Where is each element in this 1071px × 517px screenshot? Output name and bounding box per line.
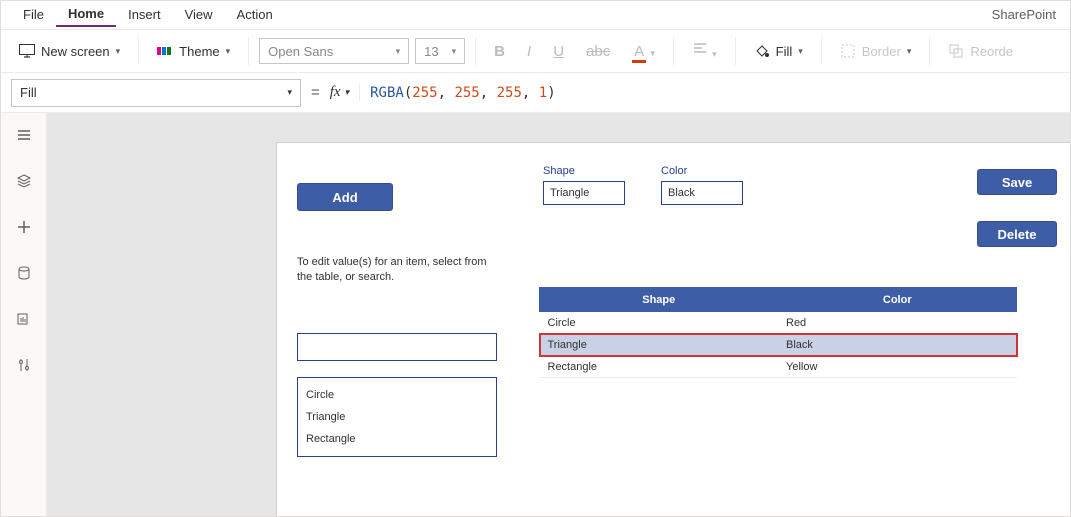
chevron-down-icon: ▾ — [226, 46, 231, 57]
property-value: Fill — [20, 85, 37, 100]
equals-label: = — [311, 84, 320, 101]
list-box[interactable]: Circle Triangle Rectangle — [297, 377, 497, 457]
font-value: Open Sans — [268, 44, 333, 59]
chevron-down-icon: ▾ — [287, 87, 292, 98]
left-rail — [1, 113, 47, 516]
strike-button[interactable]: abc — [578, 39, 618, 64]
list-item[interactable]: Circle — [306, 384, 488, 406]
italic-button[interactable]: I — [519, 39, 539, 64]
hint-text: To edit value(s) for an item, select fro… — [297, 255, 487, 286]
list-item[interactable]: Triangle — [306, 406, 488, 428]
chevron-down-icon: ▾ — [396, 46, 401, 57]
table-header-row: Shape Color — [540, 288, 1017, 312]
shape-label: Shape — [543, 165, 625, 177]
fontsize-combo[interactable]: 13 ▾ — [415, 38, 465, 64]
fontcolor-button[interactable]: A ▾ — [624, 39, 663, 64]
table-row[interactable]: Triangle Black — [540, 334, 1017, 356]
color-label: Color — [661, 165, 743, 177]
border-button[interactable]: Border ▾ — [832, 39, 920, 63]
brand-label: SharePoint — [992, 7, 1060, 22]
canvas-area[interactable]: Add Shape Triangle Color Black Save Dele… — [47, 113, 1070, 516]
fill-label: Fill — [776, 44, 793, 59]
formula-input[interactable]: RGBA(255, 255, 255, 1) — [370, 85, 1060, 101]
ribbon: New screen ▾ Theme ▾ Open Sans ▾ 13 ▾ B … — [1, 29, 1070, 73]
align-button[interactable]: ▾ — [684, 37, 725, 65]
settings-icon[interactable] — [14, 355, 34, 375]
fx-button[interactable]: fx▾ — [330, 84, 360, 101]
fill-button[interactable]: Fill ▾ — [746, 39, 811, 63]
shape-input[interactable]: Triangle — [543, 181, 625, 205]
reorder-button[interactable]: Reorde — [940, 39, 1021, 63]
chevron-down-icon: ▾ — [798, 46, 803, 57]
menu-insert[interactable]: Insert — [116, 3, 173, 26]
th-color[interactable]: Color — [778, 288, 1017, 312]
underline-button[interactable]: U — [545, 39, 572, 64]
color-input[interactable]: Black — [661, 181, 743, 205]
bold-button[interactable]: B — [486, 39, 513, 64]
layers-icon[interactable] — [14, 171, 34, 191]
chevron-down-icon: ▾ — [116, 46, 121, 57]
hamburger-icon[interactable] — [14, 125, 34, 145]
save-button[interactable]: Save — [977, 169, 1057, 195]
data-table: Shape Color Circle Red Triangle Black Re… — [539, 287, 1017, 378]
theme-label: Theme — [179, 44, 219, 59]
app-screen: Add Shape Triangle Color Black Save Dele… — [277, 143, 1070, 516]
menu-action[interactable]: Action — [225, 3, 285, 26]
th-shape[interactable]: Shape — [540, 288, 779, 312]
database-icon[interactable] — [14, 263, 34, 283]
new-screen-button[interactable]: New screen ▾ — [11, 40, 128, 63]
font-combo[interactable]: Open Sans ▾ — [259, 38, 409, 64]
chevron-down-icon: ▾ — [345, 87, 350, 98]
plus-icon[interactable] — [14, 217, 34, 237]
delete-button[interactable]: Delete — [977, 221, 1057, 247]
theme-button[interactable]: Theme ▾ — [149, 40, 238, 63]
list-item[interactable]: Rectangle — [306, 428, 488, 450]
new-screen-label: New screen — [41, 44, 110, 59]
table-row[interactable]: Circle Red — [540, 312, 1017, 334]
menu-home[interactable]: Home — [56, 2, 116, 27]
property-selector[interactable]: Fill ▾ — [11, 79, 301, 107]
formula-fn: RGBA — [370, 85, 404, 101]
search-input[interactable] — [297, 333, 497, 361]
table-row[interactable]: Rectangle Yellow — [540, 356, 1017, 378]
formula-bar: Fill ▾ = fx▾ RGBA(255, 255, 255, 1) — [1, 73, 1070, 113]
chevron-down-icon: ▾ — [907, 46, 912, 57]
media-icon[interactable] — [14, 309, 34, 329]
border-label: Border — [862, 44, 901, 59]
chevron-down-icon: ▾ — [452, 46, 457, 57]
fontsize-value: 13 — [424, 44, 438, 59]
menu-view[interactable]: View — [173, 3, 225, 26]
add-button[interactable]: Add — [297, 183, 393, 211]
reorder-label: Reorde — [970, 44, 1013, 59]
menu-bar: File Home Insert View Action SharePoint — [1, 1, 1070, 29]
menu-file[interactable]: File — [11, 3, 56, 26]
workspace: Add Shape Triangle Color Black Save Dele… — [1, 113, 1070, 516]
